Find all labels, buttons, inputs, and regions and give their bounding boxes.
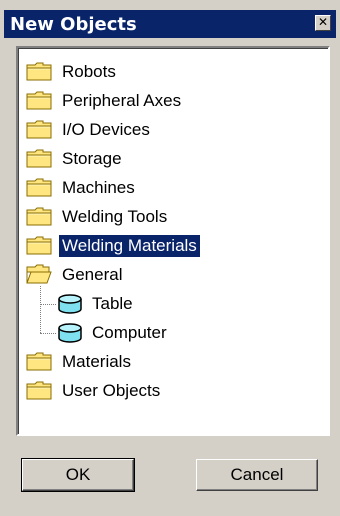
close-button[interactable]: ✕ <box>315 15 331 31</box>
tree-item[interactable]: Table <box>56 291 136 317</box>
title-bar[interactable]: New Objects ✕ <box>4 10 336 38</box>
folder-closed-icon <box>26 119 56 141</box>
tree-item[interactable]: Welding Tools <box>26 204 170 230</box>
tree-item-label: Welding Materials <box>59 235 200 257</box>
cylinder-object-icon <box>56 322 86 344</box>
tree-item-label: Peripheral Axes <box>62 91 182 110</box>
ok-button[interactable]: OK <box>21 458 135 492</box>
folder-closed-icon <box>26 235 56 257</box>
tree-item[interactable]: General <box>26 262 125 288</box>
tree-connector-line <box>40 333 56 334</box>
tree-item-label: I/O Devices <box>62 120 150 139</box>
tree-item-label: User Objects <box>62 381 161 400</box>
folder-open-icon <box>26 264 56 286</box>
tree-item[interactable]: Storage <box>26 146 125 172</box>
tree-item-label: Materials <box>62 352 131 371</box>
close-icon: ✕ <box>317 15 329 29</box>
folder-closed-icon <box>26 206 56 228</box>
tree-item[interactable]: Welding Materials <box>26 233 200 259</box>
ok-button-label: OK <box>65 465 91 484</box>
tree-item[interactable]: User Objects <box>26 378 163 404</box>
folder-closed-icon <box>26 61 56 83</box>
tree-item-label: Table <box>92 294 133 313</box>
window-title: New Objects <box>10 14 137 35</box>
tree-item[interactable]: Robots <box>26 59 119 85</box>
folder-closed-icon <box>26 177 56 199</box>
tree-item-label: Storage <box>62 149 122 168</box>
tree-item-label: Computer <box>92 323 167 342</box>
tree-item[interactable]: Computer <box>56 320 170 346</box>
tree-item[interactable]: Peripheral Axes <box>26 88 184 114</box>
cylinder-object-icon <box>56 293 86 315</box>
new-objects-dialog: New Objects ✕ Robots Peripheral Axes I/O D… <box>0 0 340 516</box>
tree-connector-line <box>40 286 41 333</box>
tree-item-label: General <box>62 265 123 284</box>
folder-closed-icon <box>26 148 56 170</box>
cancel-button[interactable]: Cancel <box>196 459 318 491</box>
tree-item-label: Machines <box>62 178 135 197</box>
folder-closed-icon <box>26 351 56 373</box>
object-tree[interactable]: Robots Peripheral Axes I/O Devices Storage M… <box>16 46 330 436</box>
tree-connector-line <box>40 304 56 305</box>
tree-item[interactable]: Materials <box>26 349 134 375</box>
folder-closed-icon <box>26 90 56 112</box>
cancel-button-label: Cancel <box>230 465 284 484</box>
tree-item-label: Welding Tools <box>62 207 168 226</box>
tree-item-label: Robots <box>62 62 116 81</box>
tree-item[interactable]: Machines <box>26 175 138 201</box>
tree-item[interactable]: I/O Devices <box>26 117 153 143</box>
folder-closed-icon <box>26 380 56 402</box>
